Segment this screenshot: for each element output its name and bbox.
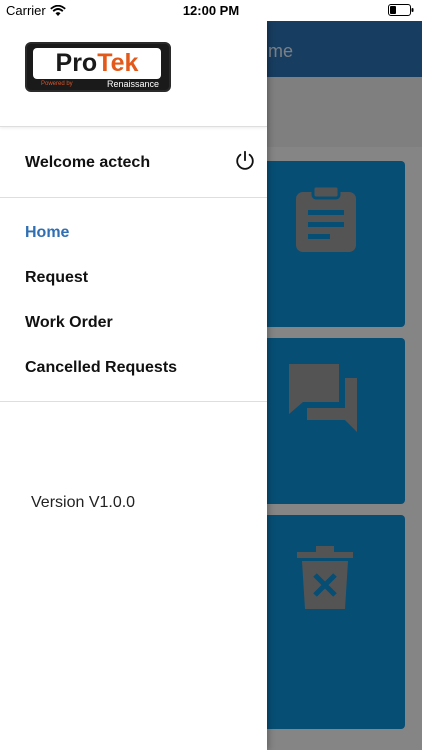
- logo-tek-text: Tek: [97, 49, 139, 77]
- menu-item-home[interactable]: Home: [25, 224, 69, 242]
- navigation-drawer: Pro Tek Powered by Renaissance Welcome ac…: [0, 21, 267, 750]
- logo-powered-by: Powered by: [41, 81, 73, 87]
- battery-icon: [388, 4, 414, 16]
- power-icon[interactable]: [234, 150, 256, 172]
- menu-item-cancelled-requests[interactable]: Cancelled Requests: [25, 359, 177, 377]
- logo-company: Renaissance: [106, 79, 159, 89]
- menu-item-work-order[interactable]: Work Order: [25, 314, 113, 332]
- status-bar: Carrier 12:00 PM: [0, 0, 422, 21]
- welcome-text: Welcome actech: [25, 154, 151, 171]
- status-time: 12:00 PM: [182, 3, 240, 18]
- menu-divider: [0, 401, 267, 402]
- menu-item-request[interactable]: Request: [25, 269, 88, 287]
- logo-pro-text: Pro: [55, 49, 98, 77]
- version-label: Version V1.0.0: [31, 494, 136, 511]
- protek-logo: Pro Tek Powered by Renaissance: [25, 42, 171, 92]
- welcome-row: Welcome actech: [0, 147, 267, 198]
- drawer-logo-area: Pro Tek Powered by Renaissance: [0, 21, 267, 127]
